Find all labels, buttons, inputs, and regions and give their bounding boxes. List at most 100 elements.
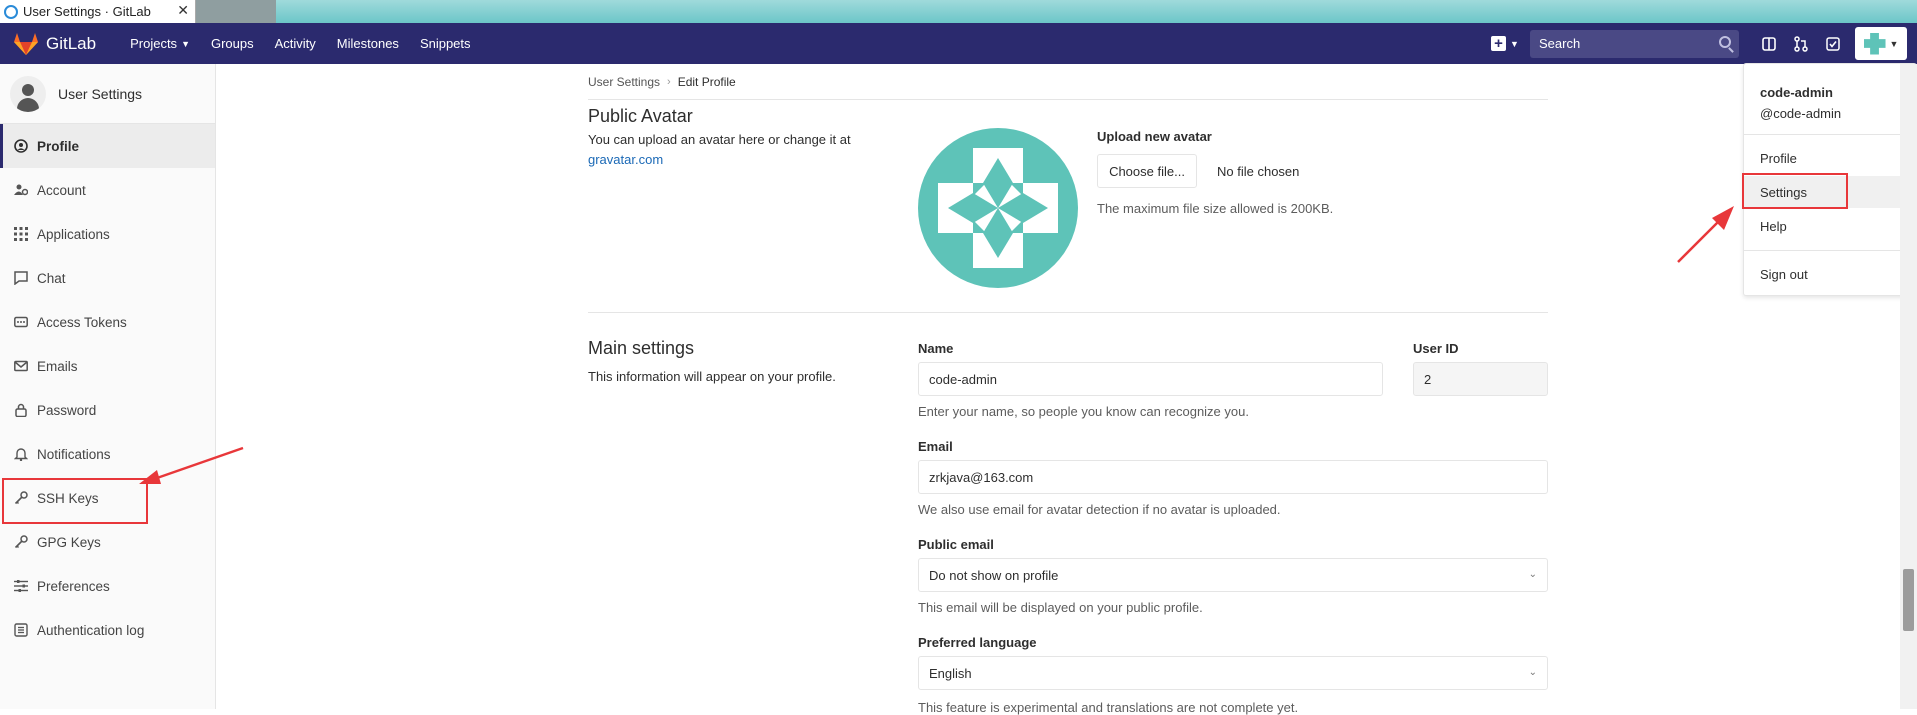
sidebar-item-label: Account [37, 182, 86, 198]
sidebar-item-password[interactable]: Password [0, 388, 215, 432]
user-menu-toggle[interactable]: ▼ [1855, 27, 1907, 60]
sidebar-item-label: Emails [37, 358, 78, 374]
merge-request-icon[interactable] [1785, 23, 1817, 64]
browser-logo-icon [4, 4, 18, 19]
dropdown-user-handle: @code-admin [1760, 106, 1842, 121]
scrollbar-thumb[interactable] [1903, 569, 1914, 631]
gravatar-link[interactable]: gravatar.com [588, 152, 663, 167]
chevron-down-icon: ▼ [181, 38, 190, 49]
annotation-box-ssh-keys [2, 478, 148, 524]
dropdown-item-sign-out[interactable]: Sign out [1744, 258, 1916, 290]
key-icon [13, 534, 29, 550]
max-size-help: The maximum file size allowed is 200KB. [1097, 201, 1334, 216]
sidebar-item-profile[interactable]: Profile [0, 124, 215, 168]
sidebar-item-account[interactable]: Account [0, 168, 215, 212]
name-field[interactable]: code-admin [918, 362, 1383, 396]
sidebar-item-access-tokens[interactable]: Access Tokens [0, 300, 215, 344]
dropdown-divider [1744, 134, 1916, 135]
browser-tab-strip [196, 0, 1917, 23]
applications-icon [13, 226, 29, 242]
user-avatar-icon [10, 75, 46, 112]
annotation-arrow-ssh [139, 446, 244, 484]
avatar [1863, 32, 1886, 55]
email-label: Email [918, 439, 953, 454]
search-placeholder: Search [1539, 36, 1581, 51]
breadcrumb-current: Edit Profile [677, 75, 736, 89]
sidebar-item-chat[interactable]: Chat [0, 256, 215, 300]
chevron-down-icon: ⌄ [1528, 569, 1537, 580]
settings-sidebar: User Settings Profile Account Applicatio… [0, 64, 216, 709]
sidebar-item-label: Profile [37, 138, 80, 154]
sidebar-item-authentication-log[interactable]: Authentication log [0, 608, 215, 652]
public-email-help: This email will be displayed on your pub… [918, 600, 1203, 615]
nav-groups[interactable]: Groups [211, 36, 254, 51]
sidebar-title: User Settings [58, 85, 143, 102]
language-help: This feature is experimental and transla… [918, 700, 1299, 715]
sidebar-item-gpg-keys[interactable]: GPG Keys [0, 520, 215, 564]
browser-tab-title: User Settings · GitLab [23, 4, 151, 19]
sidebar-item-label: GPG Keys [37, 534, 101, 550]
profile-icon [13, 138, 29, 154]
main-content: User Settings › Edit Profile Public Avat… [217, 64, 1917, 715]
sidebar-item-label: Authentication log [37, 622, 145, 638]
public-email-select[interactable]: Do not show on profile ⌄ [918, 558, 1548, 592]
search-input[interactable]: Search [1530, 29, 1739, 58]
browser-tab-inactive[interactable] [196, 0, 276, 23]
chevron-right-icon: › [667, 76, 671, 88]
public-avatar-image [918, 128, 1078, 288]
gitlab-tanuki-icon [14, 32, 38, 55]
nav-projects-label: Projects [130, 36, 178, 51]
chevron-down-icon: ▼ [1510, 38, 1519, 49]
lock-icon [13, 402, 29, 418]
gitlab-logo[interactable]: GitLab [14, 32, 97, 55]
choose-file-button[interactable]: Choose file... [1097, 154, 1197, 188]
list-icon [13, 622, 29, 638]
sidebar-item-label: Notifications [37, 446, 111, 462]
nav-snippets[interactable]: Snippets [420, 36, 471, 51]
email-help: We also use email for avatar detection i… [918, 502, 1281, 517]
new-dropdown-button[interactable]: + ▼ [1490, 32, 1520, 56]
name-help: Enter your name, so people you know can … [918, 404, 1249, 419]
chevron-down-icon: ▼ [1889, 38, 1899, 49]
email-field[interactable]: zrkjava@163.com [918, 460, 1548, 494]
sidebar-item-label: Password [37, 402, 97, 418]
language-select[interactable]: English ⌄ [918, 656, 1548, 690]
logo-text: GitLab [46, 33, 97, 53]
identicon-icon [918, 128, 1078, 288]
nav-projects[interactable]: Projects ▼ [130, 36, 190, 51]
main-settings-title: Main settings [588, 338, 695, 358]
annotation-box-settings [1742, 173, 1848, 209]
sidebar-header[interactable]: User Settings [0, 64, 215, 124]
top-navbar: GitLab Projects ▼ Groups Activity Milesto… [0, 23, 1917, 64]
sidebar-item-preferences[interactable]: Preferences [0, 564, 215, 608]
name-label: Name [918, 341, 954, 356]
divider [588, 312, 1548, 313]
nav-milestones[interactable]: Milestones [337, 36, 399, 51]
sidebar-item-label: Access Tokens [37, 314, 127, 330]
nav-activity[interactable]: Activity [275, 36, 316, 51]
nav-right: + ▼ Search ▼ [1490, 23, 1917, 64]
bell-icon [13, 446, 29, 462]
breadcrumb-parent[interactable]: User Settings [588, 75, 660, 89]
dropdown-item-help[interactable]: Help [1744, 210, 1916, 242]
user-id-label: User ID [1413, 341, 1459, 356]
todo-icon[interactable] [1817, 23, 1849, 64]
sidebar-item-emails[interactable]: Emails [0, 344, 215, 388]
dropdown-item-profile[interactable]: Profile [1744, 142, 1916, 174]
upload-avatar-title: Upload new avatar [1097, 129, 1212, 144]
language-label: Preferred language [918, 635, 1037, 650]
language-value: English [929, 665, 972, 681]
token-icon [13, 314, 29, 330]
browser-tab-active[interactable]: User Settings · GitLab ✕ [0, 0, 196, 23]
public-avatar-title: Public Avatar [588, 106, 693, 126]
nav-links: Projects ▼ Groups Activity Milestones Sni… [130, 36, 491, 51]
chat-icon [13, 270, 29, 286]
sidebar-item-applications[interactable]: Applications [0, 212, 215, 256]
sidebar-toggle-icon[interactable] [1753, 23, 1785, 64]
annotation-arrow-settings [1677, 206, 1734, 263]
browser-tab-bar: User Settings · GitLab ✕ [0, 0, 1917, 23]
dropdown-user-name: code-admin [1760, 85, 1833, 100]
page-scrollbar[interactable] [1900, 64, 1917, 709]
close-tab-icon[interactable]: ✕ [177, 2, 189, 19]
sidebar-item-label: Applications [37, 226, 110, 242]
